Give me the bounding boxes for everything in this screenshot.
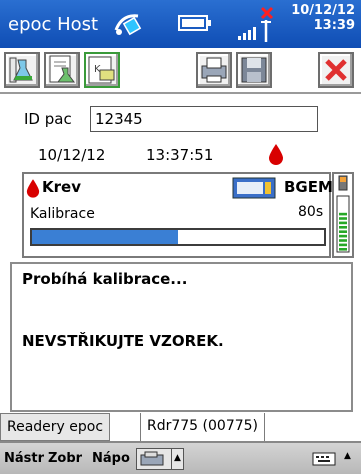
card-type-label: BGEM <box>284 178 333 196</box>
battery-bar <box>339 199 347 203</box>
battery-bar <box>339 234 347 238</box>
battery-bar <box>339 248 347 251</box>
reader-battery-icon <box>336 175 350 253</box>
patient-id-label: ID pac <box>24 110 72 128</box>
tab-strip: Readery epoc Rdr775 (00775) <box>0 413 361 443</box>
menu-zobr[interactable]: Zobr <box>48 451 82 466</box>
new-test-button[interactable] <box>4 52 40 88</box>
reader-battery-panel <box>332 172 354 258</box>
print-icon <box>201 57 227 83</box>
save-button[interactable] <box>236 52 272 88</box>
title-date: 10/12/12 <box>291 3 355 18</box>
print-button[interactable] <box>196 52 232 88</box>
reader-device-icon <box>140 451 164 466</box>
patient-id-input[interactable] <box>90 106 318 132</box>
menu-napo[interactable]: Nápo <box>92 451 130 466</box>
clock[interactable]: 10/12/12 13:39 <box>291 3 355 33</box>
remaining-time: 80s <box>298 204 324 220</box>
message-line-2: NEVSTŘIKUJTE VZOREK. <box>22 332 224 350</box>
sip-arrow-icon[interactable]: ▲ <box>344 451 351 461</box>
calibration-progress-bar <box>30 228 326 246</box>
signal-no-connection-icon[interactable] <box>236 6 280 48</box>
close-button[interactable] <box>318 52 354 88</box>
battery-icon[interactable] <box>178 14 212 36</box>
reader-selector-button[interactable]: ▲ <box>136 448 184 470</box>
calibration-progress-fill <box>32 230 178 244</box>
save-icon <box>241 57 267 83</box>
title-time: 13:39 <box>313 18 355 33</box>
app-title: epoc Host <box>8 14 99 35</box>
test-card-icon <box>232 176 276 204</box>
battery-bar <box>339 226 347 229</box>
reader-config-icon: K <box>88 56 115 84</box>
tab-label: Rdr775 (00775) <box>147 418 259 434</box>
chevron-up-icon: ▲ <box>171 449 183 469</box>
battery-bar <box>339 221 347 225</box>
battery-bar <box>339 212 347 216</box>
test-date: 10/12/12 <box>38 146 106 164</box>
test-list-icon <box>49 55 75 83</box>
tab-label: Readery epoc <box>7 419 104 435</box>
message-line-1: Probíhá kalibrace... <box>22 270 188 288</box>
sample-blood-icon <box>26 178 40 202</box>
test-time: 13:37:51 <box>146 146 214 164</box>
phase-label: Kalibrace <box>30 206 95 222</box>
tab-reader-775[interactable]: Rdr775 (00775) <box>140 413 266 443</box>
sample-type-label: Krev <box>42 178 81 196</box>
close-icon <box>325 59 347 81</box>
menu-nastr[interactable]: Nástr <box>4 451 44 466</box>
battery-bar <box>339 208 347 211</box>
test-new-icon <box>9 57 33 83</box>
test-list-button[interactable] <box>44 52 80 88</box>
battery-bar <box>339 230 347 233</box>
title-bar: epoc Host 10/12/12 13:39 <box>0 0 361 48</box>
battery-bar <box>339 239 347 242</box>
battery-bar <box>339 217 347 220</box>
reader-config-button[interactable]: K <box>84 52 120 88</box>
battery-bar <box>339 243 347 247</box>
blood-drop-icon <box>268 143 284 169</box>
menu-bar: Nástr Zobr Nápo ▲ ▲ <box>0 441 361 474</box>
battery-bar <box>339 204 347 207</box>
keyboard-icon[interactable] <box>312 450 338 472</box>
toolbar: K <box>0 48 361 94</box>
tab-readery-epoc[interactable]: Readery epoc <box>0 413 111 441</box>
sync-icon[interactable] <box>112 10 142 42</box>
